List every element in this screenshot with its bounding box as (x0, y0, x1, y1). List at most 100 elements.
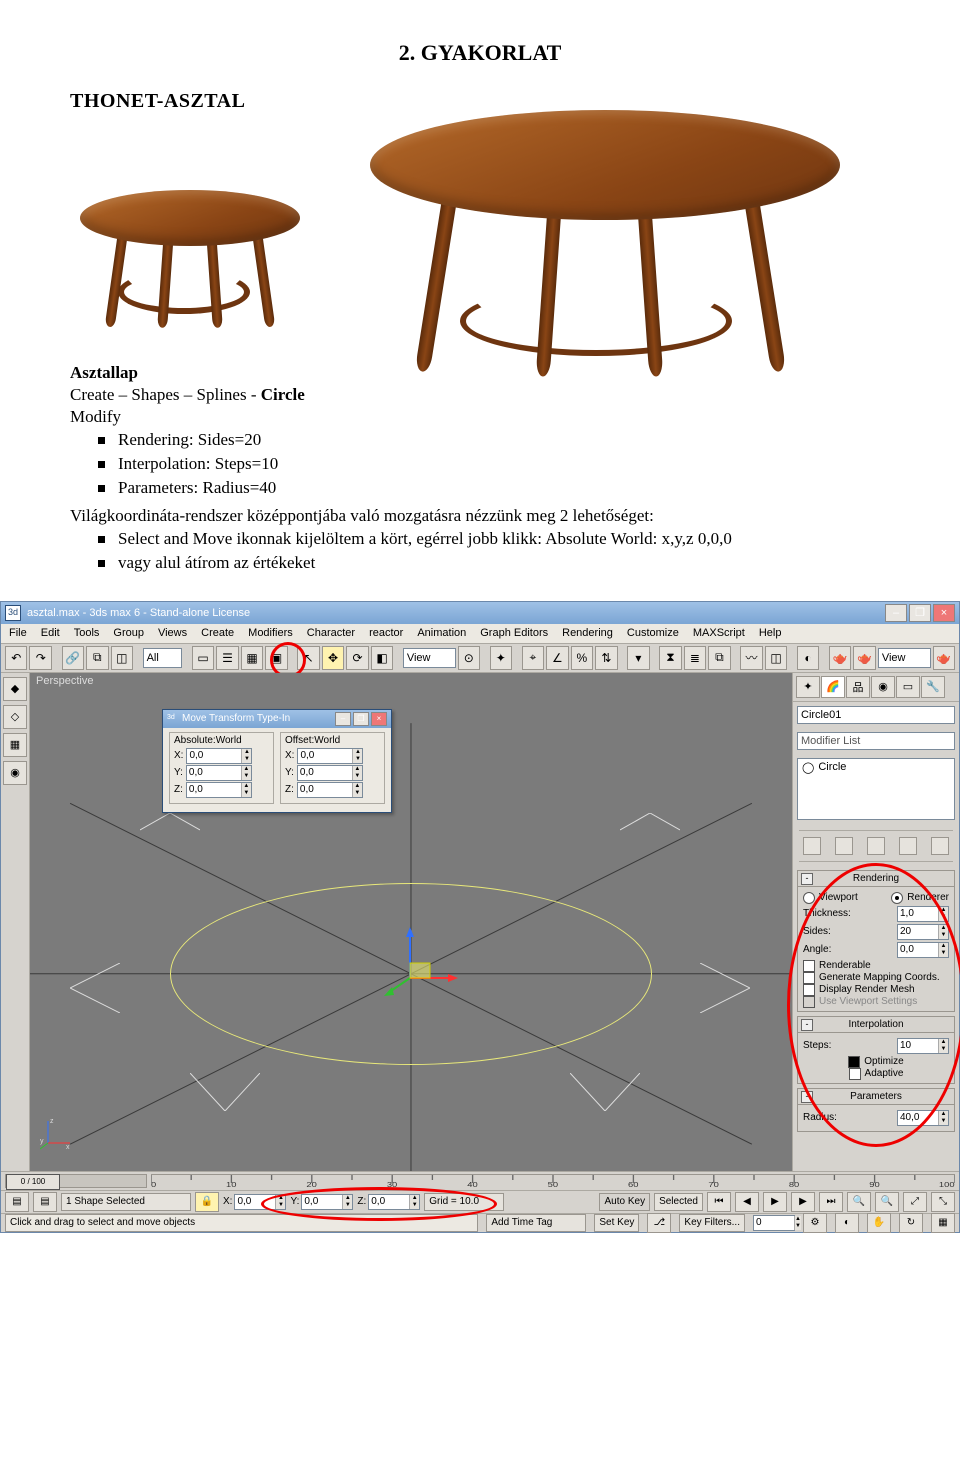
pin-stack-button[interactable] (803, 837, 821, 855)
auto-key-button[interactable]: Auto Key (599, 1193, 650, 1211)
menu-edit[interactable]: Edit (41, 627, 60, 639)
select-region-button[interactable]: ▦ (241, 646, 263, 670)
move-transform-dialog[interactable]: 3d Move Transform Type-In – ❐ × Absolute… (162, 709, 392, 813)
curve-editor-button[interactable]: 〰 (740, 646, 762, 670)
off-y-input[interactable] (298, 767, 352, 778)
steps-input[interactable] (898, 1040, 938, 1051)
quick-render-button[interactable]: 🫖 (853, 646, 875, 670)
checkbox-adaptive[interactable] (849, 1068, 861, 1080)
status-z-input[interactable] (369, 1196, 409, 1207)
named-selection-button[interactable]: ▾ (627, 646, 649, 670)
move-gizmo[interactable] (380, 923, 460, 1003)
tab-modify[interactable]: 🌈 (821, 676, 845, 698)
key-filters-button[interactable]: Key Filters... (679, 1214, 745, 1232)
zoom-button[interactable]: 🔍 (847, 1192, 871, 1212)
off-x-input[interactable] (298, 750, 352, 761)
select-by-name-button[interactable]: ☰ (216, 646, 238, 670)
lock-selection-button[interactable]: 🔒 (195, 1192, 219, 1212)
dialog-minimize-button[interactable]: – (335, 712, 351, 726)
material-editor-button[interactable]: ◐ (797, 646, 819, 670)
radio-viewport[interactable] (803, 892, 815, 904)
status-y-input[interactable] (302, 1196, 342, 1207)
play-prev-button[interactable]: ◀ (735, 1192, 759, 1212)
fov-button[interactable]: ◐ (835, 1213, 859, 1233)
status-x-input[interactable] (235, 1196, 275, 1207)
modifier-stack-item[interactable]: ◯ Circle (802, 761, 950, 774)
menu-help[interactable]: Help (759, 627, 782, 639)
menu-views[interactable]: Views (158, 627, 187, 639)
checkbox-optimize[interactable] (848, 1056, 860, 1068)
remove-modifier-button[interactable] (899, 837, 917, 855)
reactor-btn-1[interactable]: ◆ (3, 677, 27, 701)
selection-filter[interactable]: All (143, 648, 183, 668)
prompt-line-button[interactable]: ▤ (33, 1192, 57, 1212)
rollout-toggle[interactable]: - (801, 1091, 813, 1103)
select-and-rotate-button[interactable]: ⟳ (346, 646, 368, 670)
off-z-input[interactable] (298, 784, 352, 795)
rollout-toggle[interactable]: - (801, 1019, 813, 1031)
add-time-tag[interactable]: Add Time Tag (486, 1214, 586, 1232)
snap-toggle-button[interactable]: ⌖ (522, 646, 544, 670)
configure-sets-button[interactable] (931, 837, 949, 855)
undo-button[interactable]: ↶ (5, 646, 27, 670)
rollout-toggle[interactable]: - (801, 873, 813, 885)
select-and-scale-button[interactable]: ◧ (371, 646, 393, 670)
key-filter-dropdown[interactable]: Selected (654, 1193, 703, 1211)
use-center-button[interactable]: ⊙ (458, 646, 480, 670)
time-slider-knob[interactable]: 0 / 100 (6, 1174, 60, 1190)
time-slider[interactable]: 0 / 100 (5, 1174, 147, 1188)
zoom-extents-button[interactable]: ⤢ (903, 1192, 927, 1212)
pan-button[interactable]: ✋ (867, 1213, 891, 1233)
minimize-button[interactable]: – (885, 604, 907, 622)
play-end-button[interactable]: ⏭ (819, 1192, 843, 1212)
mirror-button[interactable]: ⧗ (659, 646, 681, 670)
bind-button[interactable]: ◫ (111, 646, 133, 670)
render-scene-button[interactable]: 🫖 (829, 646, 851, 670)
zoom-all-button[interactable]: 🔍 (875, 1192, 899, 1212)
angle-snap-button[interactable]: ∠ (546, 646, 568, 670)
arc-rotate-button[interactable]: ↻ (899, 1213, 923, 1233)
menu-tools[interactable]: Tools (74, 627, 100, 639)
radio-renderer[interactable] (891, 892, 903, 904)
abs-z-input[interactable] (187, 784, 241, 795)
tab-create[interactable]: ✦ (796, 676, 820, 698)
dialog-close-button[interactable]: × (371, 712, 387, 726)
menu-group[interactable]: Group (113, 627, 144, 639)
thickness-input[interactable] (898, 908, 938, 919)
checkbox-renderable[interactable] (803, 960, 815, 972)
zoom-extents-all-button[interactable]: ⤡ (931, 1192, 955, 1212)
abs-x-input[interactable] (187, 750, 241, 761)
link-button[interactable]: 🔗 (62, 646, 84, 670)
set-key-button[interactable]: Set Key (594, 1214, 639, 1232)
play-next-button[interactable]: ▶ (791, 1192, 815, 1212)
spinner-snap-button[interactable]: ⇅ (595, 646, 617, 670)
play-button[interactable]: ▶ (763, 1192, 787, 1212)
modifier-list-dropdown[interactable]: Modifier List (797, 732, 955, 750)
dialog-maximize-button[interactable]: ❐ (353, 712, 369, 726)
render-last-button[interactable]: 🫖 (933, 646, 955, 670)
schematic-view-button[interactable]: ◫ (765, 646, 787, 670)
object-name-field[interactable]: Circle01 (797, 706, 955, 724)
align-button[interactable]: ≣ (684, 646, 706, 670)
dialog-titlebar[interactable]: 3d Move Transform Type-In – ❐ × (163, 710, 391, 728)
key-icon[interactable]: ⎇ (647, 1213, 671, 1233)
checkbox-display-render-mesh[interactable] (803, 984, 815, 996)
reactor-btn-4[interactable]: ◉ (3, 761, 27, 785)
menu-modifiers[interactable]: Modifiers (248, 627, 293, 639)
tab-utilities[interactable]: 🔧 (921, 676, 945, 698)
min-max-toggle-button[interactable]: ▦ (931, 1213, 955, 1233)
abs-y-input[interactable] (187, 767, 241, 778)
menu-customize[interactable]: Customize (627, 627, 679, 639)
sides-input[interactable] (898, 926, 938, 937)
maximize-button[interactable]: ❐ (909, 604, 931, 622)
select-manipulate-button[interactable]: ✦ (490, 646, 512, 670)
time-config-button[interactable]: ⚙ (803, 1213, 827, 1233)
unlink-button[interactable]: ⧉ (86, 646, 108, 670)
make-unique-button[interactable] (867, 837, 885, 855)
time-ruler[interactable]: 0102030405060708090100 (151, 1174, 955, 1187)
layer-button[interactable]: ⧉ (708, 646, 730, 670)
reactor-btn-3[interactable]: ▦ (3, 733, 27, 757)
select-button[interactable]: ▭ (192, 646, 214, 670)
radius-input[interactable] (898, 1112, 938, 1123)
tab-motion[interactable]: ◉ (871, 676, 895, 698)
